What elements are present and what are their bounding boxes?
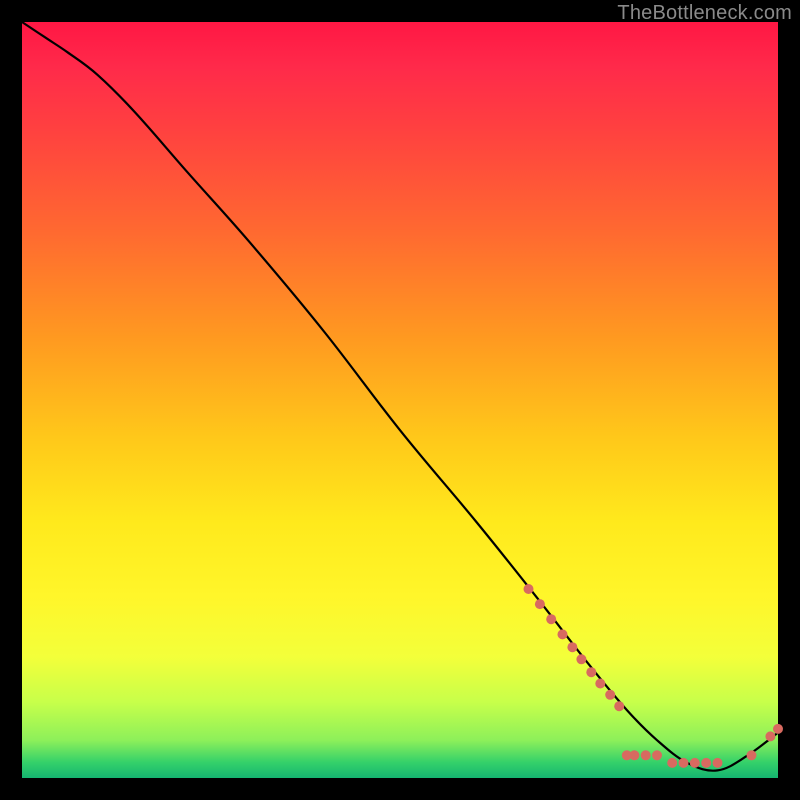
data-marker	[773, 724, 783, 734]
data-marker	[558, 629, 568, 639]
data-marker	[546, 614, 556, 624]
data-marker	[679, 758, 689, 768]
chart-stage: TheBottleneck.com	[0, 0, 800, 800]
data-marker	[586, 667, 596, 677]
data-marker	[747, 750, 757, 760]
data-marker	[605, 690, 615, 700]
data-marker	[567, 642, 577, 652]
data-marker	[765, 731, 775, 741]
data-marker	[713, 758, 723, 768]
data-marker	[652, 750, 662, 760]
data-marker	[535, 599, 545, 609]
data-marker	[524, 584, 534, 594]
data-marker	[667, 758, 677, 768]
data-marker	[629, 750, 639, 760]
data-marker	[614, 701, 624, 711]
data-marker	[576, 654, 586, 664]
chart-svg	[22, 22, 778, 778]
marker-layer	[524, 584, 784, 768]
plot-area	[22, 22, 778, 778]
watermark-text: TheBottleneck.com	[617, 2, 792, 25]
bottleneck-curve	[22, 22, 778, 771]
data-marker	[595, 679, 605, 689]
data-marker	[641, 750, 651, 760]
data-marker	[690, 758, 700, 768]
data-marker	[701, 758, 711, 768]
